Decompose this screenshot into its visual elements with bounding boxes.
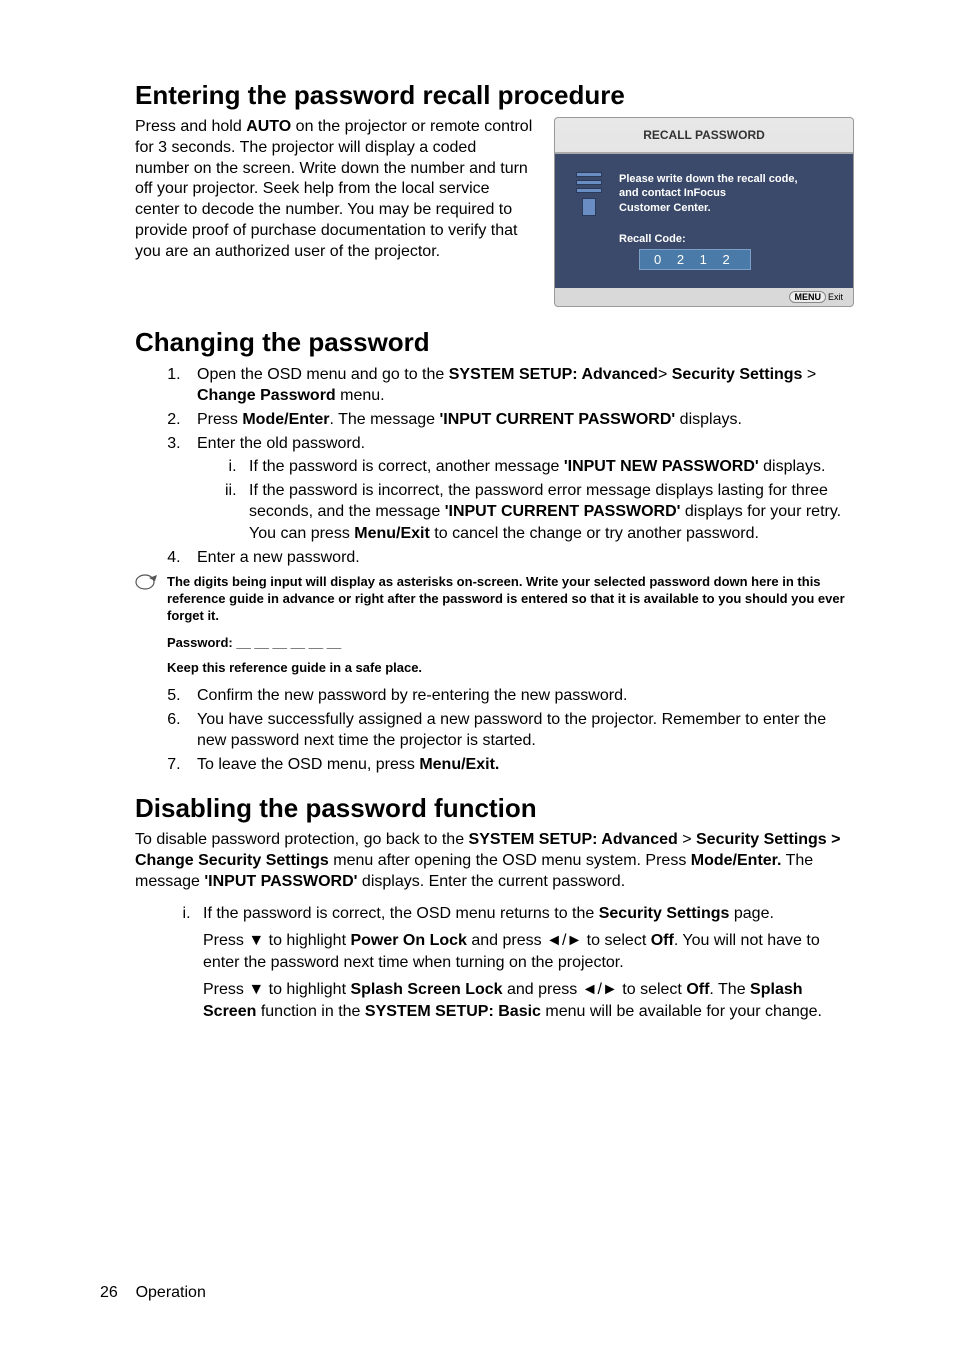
recall-msg2: and contact InFocus [619,186,798,200]
section2-title: Changing the password [135,327,854,358]
s2-item4: Enter a new password. [185,547,854,569]
s2-item3i: If the password is correct, another mess… [241,456,854,478]
down-arrow-icon: ▼ [248,981,264,998]
recall-code-label: Recall Code: [619,233,798,245]
menu-badge: MENU [789,291,826,303]
s2-item6: You have successfully assigned a new pas… [185,709,854,752]
recall-header: RECALL PASSWORD [555,118,853,154]
password-blank: Password: __ __ __ __ __ __ [167,635,854,650]
s2-item5: Confirm the new password by re-entering … [185,685,854,707]
section1-intro: Press and hold AUTO on the projector or … [135,117,534,307]
projector-icon [569,172,609,270]
recall-code-value: 0 2 1 2 [639,249,751,270]
s3-p1: To disable password protection, go back … [135,830,854,892]
keep-safe: Keep this reference guide in a safe plac… [167,660,854,675]
recall-password-box: RECALL PASSWORD Please write down the re… [554,117,854,307]
note-icon [135,574,159,590]
left-arrow-icon: ◄ [546,932,562,949]
right-arrow-icon: ► [602,981,618,998]
right-arrow-icon: ► [566,932,582,949]
page-number: 26 [100,1284,118,1301]
left-arrow-icon: ◄ [582,981,598,998]
s2-item7: To leave the OSD menu, press Menu/Exit. [185,754,854,776]
section1-title: Entering the password recall procedure [135,80,854,111]
s2-item3: Enter the old password. If the password … [185,433,854,545]
recall-msg1: Please write down the recall code, [619,172,798,186]
s3-i: If the password is correct, the OSD menu… [195,903,854,1023]
recall-msg3: Customer Center. [619,201,798,215]
page-footer: 26 Operation [100,1284,206,1302]
note-text: The digits being input will display as a… [167,574,854,625]
recall-footer: MENUExit [555,288,853,306]
s2-item3ii: If the password is incorrect, the passwo… [241,480,854,545]
down-arrow-icon: ▼ [248,932,264,949]
section3-title: Disabling the password function [135,793,854,824]
s2-item2: Press Mode/Enter. The message 'INPUT CUR… [185,409,854,431]
footer-label: Operation [136,1284,206,1301]
s2-item1: Open the OSD menu and go to the SYSTEM S… [185,364,854,407]
